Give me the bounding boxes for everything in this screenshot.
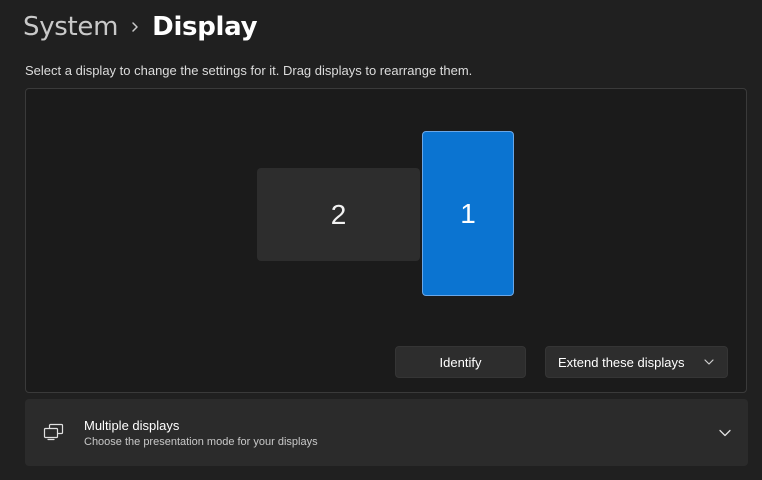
display-mode-value: Extend these displays	[558, 354, 685, 370]
monitor-1[interactable]: 1	[422, 131, 514, 296]
chevron-down-icon	[703, 356, 715, 368]
breadcrumb-system-link[interactable]: System	[23, 12, 118, 42]
monitor-2-label: 2	[330, 198, 347, 230]
display-arrangement-panel: 2 1 Identify Extend these displays	[25, 88, 747, 393]
identify-button[interactable]: Identify	[395, 346, 526, 378]
chevron-right-icon	[118, 8, 152, 46]
arrange-instructions: Select a display to change the settings …	[25, 63, 473, 78]
multiple-displays-title: Multiple displays	[84, 418, 180, 433]
monitor-1-label: 1	[460, 197, 476, 229]
display-settings-page: System Display Select a display to chang…	[0, 0, 762, 480]
monitor-2[interactable]: 2	[257, 168, 420, 261]
multiple-displays-icon	[43, 423, 65, 441]
display-mode-dropdown[interactable]: Extend these displays	[545, 346, 728, 378]
identify-button-label: Identify	[439, 354, 482, 370]
breadcrumb: System Display	[23, 8, 258, 46]
page-title: Display	[152, 12, 258, 42]
chevron-down-icon[interactable]	[718, 426, 732, 440]
multiple-displays-row[interactable]: Multiple displays Choose the presentatio…	[25, 399, 748, 466]
multiple-displays-description: Choose the presentation mode for your di…	[84, 436, 318, 448]
